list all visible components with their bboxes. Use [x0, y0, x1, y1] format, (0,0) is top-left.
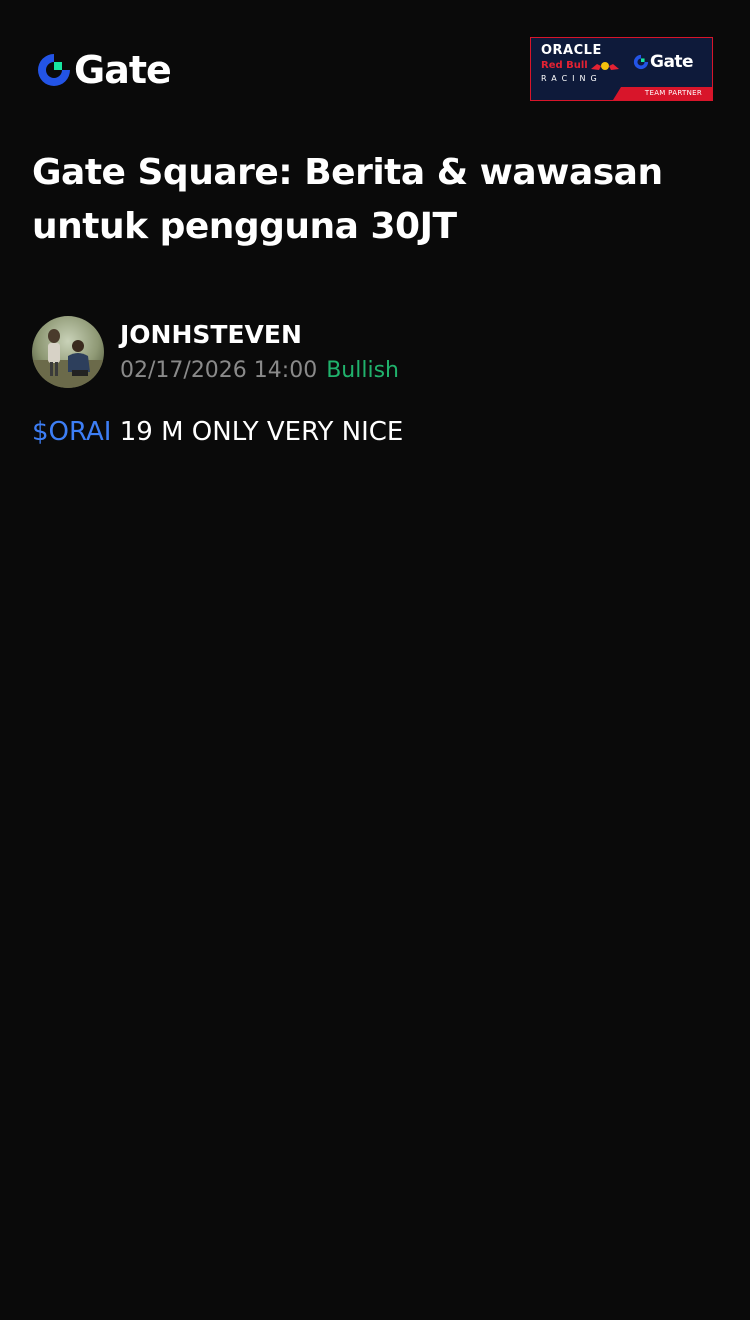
author-name[interactable]: JONHSTEVEN: [120, 320, 302, 350]
partner-gate-logo: Gate: [633, 52, 694, 72]
top-bar: Gate ORACLE Red Bull RACING Gate TEAM PA…: [0, 0, 750, 120]
partner-gate-text: Gate: [650, 52, 694, 72]
post-header: JONHSTEVEN 02/17/2026 14:00 Bullish: [32, 316, 722, 388]
ticker-link[interactable]: $ORAI: [32, 417, 111, 447]
team-partner-text: TEAM PARTNER: [644, 89, 702, 97]
oracle-redbull-racing-logo: ORACLE Red Bull RACING: [541, 44, 621, 84]
gate-logo[interactable]: Gate: [36, 48, 172, 92]
oracle-text: ORACLE: [541, 43, 602, 58]
sentiment-badge: Bullish: [326, 358, 399, 383]
avatar[interactable]: [32, 316, 104, 388]
bull-icon: [590, 62, 619, 70]
gate-logo-icon: [38, 54, 70, 86]
post-body: $ORAI 19 M ONLY VERY NICE: [32, 412, 722, 452]
partner-banner[interactable]: ORACLE Red Bull RACING Gate TEAM PARTNER: [530, 37, 713, 101]
gate-logo-icon: [633, 54, 649, 70]
page-headline: Gate Square: Berita & wawasan untuk peng…: [32, 152, 663, 247]
logo-text: Gate: [74, 48, 172, 92]
post-text: 19 M ONLY VERY NICE: [111, 417, 404, 447]
racing-text: RACING: [541, 74, 602, 83]
redbull-text: Red Bull: [541, 60, 588, 71]
post-meta: 02/17/2026 14:00 Bullish: [120, 356, 399, 386]
redbull-row: Red Bull: [541, 59, 621, 73]
post-timestamp: 02/17/2026 14:00: [120, 358, 318, 383]
